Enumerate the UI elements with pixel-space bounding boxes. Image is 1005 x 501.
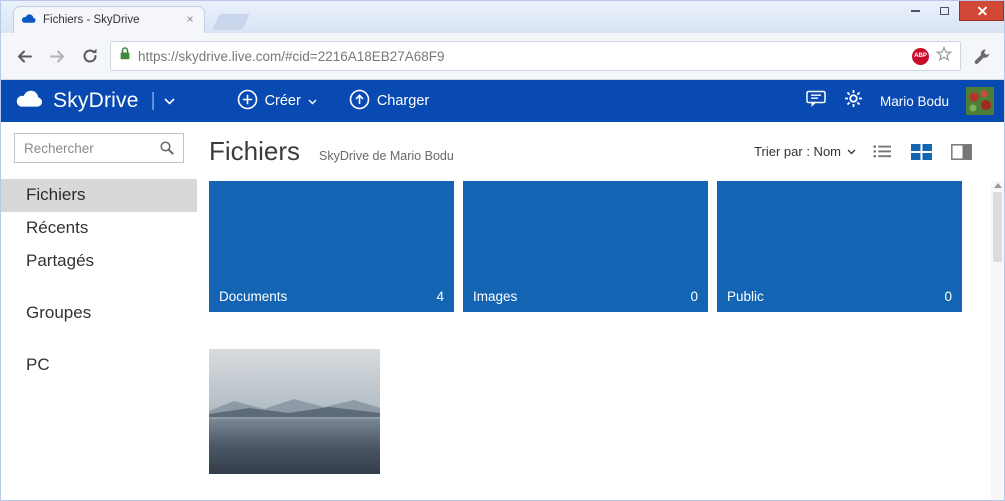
scrollbar[interactable] (991, 181, 1004, 500)
folder-tile-images[interactable]: Images 0 (463, 181, 708, 312)
folder-name: Documents (219, 289, 288, 304)
tab-title: Fichiers - SkyDrive (43, 14, 140, 26)
details-pane-button[interactable] (949, 142, 974, 162)
upload-label: Charger (376, 93, 430, 109)
folder-count: 0 (944, 289, 952, 304)
sidebar-item-partages[interactable]: Partagés (1, 245, 197, 278)
folder-count: 0 (690, 289, 698, 304)
folder-count: 4 (436, 289, 444, 304)
window-minimize-button[interactable] (901, 1, 930, 21)
folder-name: Public (727, 289, 764, 304)
upload-circle-icon (349, 89, 370, 114)
feedback-icon[interactable] (806, 90, 827, 113)
search-icon[interactable] (157, 138, 177, 158)
chevron-down-icon (308, 93, 317, 109)
forward-button[interactable] (44, 43, 70, 69)
upload-button[interactable]: Charger (349, 89, 429, 114)
sort-control[interactable]: Trier par : Nom (754, 144, 856, 159)
list-view-icon (873, 145, 891, 158)
tiles-view-icon (911, 143, 932, 160)
forward-arrow-icon (49, 50, 64, 62)
back-button[interactable] (11, 43, 37, 69)
scroll-up-icon[interactable] (993, 183, 1002, 188)
window-close-button[interactable] (959, 1, 1004, 21)
list-view-button[interactable] (871, 142, 894, 161)
browser-titlebar: Fichiers - SkyDrive (1, 1, 1004, 33)
content-header: Fichiers SkyDrive de Mario Bodu Trier pa… (209, 122, 1004, 181)
back-arrow-icon (17, 50, 32, 62)
photo-thumbnail[interactable] (209, 349, 380, 474)
folder-tile-documents[interactable]: Documents 4 (209, 181, 454, 312)
search-box (14, 133, 184, 163)
sidebar-item-pc[interactable]: PC (1, 349, 197, 382)
avatar[interactable] (966, 87, 994, 115)
brand-name: SkyDrive (53, 89, 139, 112)
new-tab-button[interactable] (212, 14, 250, 30)
skydrive-header: SkyDrive | Créer Charger Mario Bodu (1, 80, 1004, 122)
window-maximize-button[interactable] (930, 1, 959, 21)
sidebar: Fichiers Récents Partagés Groupes PC (1, 122, 197, 500)
details-pane-icon (951, 143, 972, 160)
address-bar[interactable]: https://skydrive.live.com/#cid=2216A18EB… (110, 41, 961, 71)
page-subtitle: SkyDrive de Mario Bodu (319, 149, 454, 163)
scrollbar-thumb[interactable] (993, 192, 1002, 262)
user-name[interactable]: Mario Bodu (880, 94, 949, 109)
tiles-view-button[interactable] (909, 142, 934, 162)
sidebar-item-fichiers[interactable]: Fichiers (1, 179, 197, 212)
skydrive-favicon-icon (21, 11, 37, 29)
reload-button[interactable] (77, 43, 103, 69)
folder-tile-public[interactable]: Public 0 (717, 181, 962, 312)
folder-name: Images (473, 289, 518, 304)
main-content: Fichiers SkyDrive de Mario Bodu Trier pa… (197, 122, 1004, 500)
app-body: Fichiers Récents Partagés Groupes PC Fic… (1, 122, 1004, 500)
maximize-icon (940, 7, 949, 15)
padlock-icon[interactable] (119, 46, 131, 66)
chevron-down-icon (847, 149, 856, 154)
browser-toolbar: https://skydrive.live.com/#cid=2216A18EB… (1, 33, 1004, 80)
tab-close-icon[interactable] (183, 13, 197, 27)
window-controls (901, 1, 1004, 21)
search-input[interactable] (24, 140, 157, 156)
bookmark-star-icon[interactable] (935, 45, 953, 67)
folder-tiles: Documents 4 Images 0 Public 0 (209, 181, 1004, 312)
cloud-icon (15, 89, 45, 113)
url-text: https://skydrive.live.com/#cid=2216A18EB… (138, 48, 445, 64)
page-title: Fichiers (209, 136, 301, 166)
header-right-cluster: Mario Bodu (806, 87, 994, 115)
reload-icon (83, 48, 97, 63)
brand-separator: | (150, 90, 156, 111)
minimize-icon (911, 10, 920, 12)
plus-circle-icon (237, 89, 258, 114)
wrench-menu-button[interactable] (968, 43, 994, 69)
skydrive-logo[interactable]: SkyDrive | (15, 89, 175, 113)
gear-icon[interactable] (844, 89, 863, 113)
browser-tab[interactable]: Fichiers - SkyDrive (13, 6, 205, 33)
view-controls: Trier par : Nom (754, 142, 974, 162)
adblock-icon[interactable]: ABP (912, 47, 929, 65)
sidebar-item-groupes[interactable]: Groupes (1, 297, 197, 330)
chevron-down-icon[interactable] (163, 92, 175, 110)
sort-label: Trier par : Nom (754, 144, 841, 159)
create-label: Créer (264, 93, 301, 109)
wrench-icon (974, 49, 989, 64)
browser-window: Fichiers - SkyDrive https://skydrive.liv… (0, 0, 1005, 501)
create-button[interactable]: Créer (237, 89, 317, 114)
sidebar-item-recents[interactable]: Récents (1, 212, 197, 245)
